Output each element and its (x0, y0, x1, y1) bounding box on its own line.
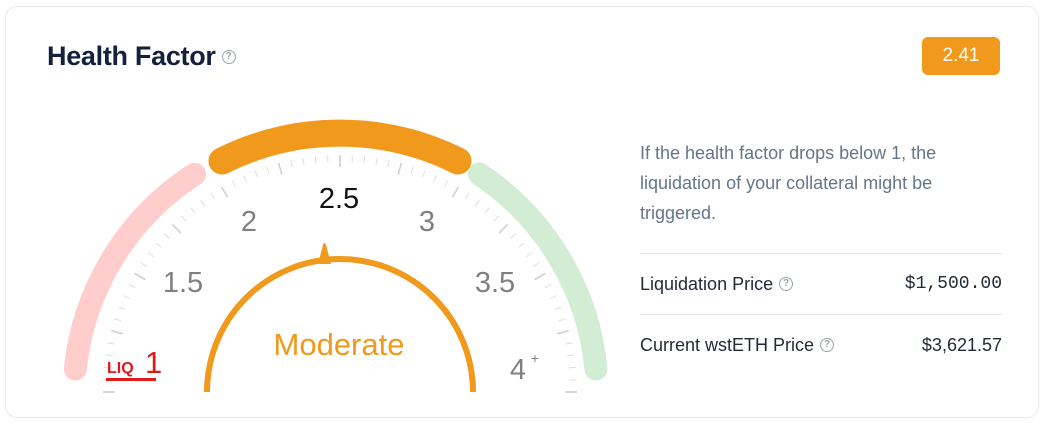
tick-label-3: 3 (419, 206, 435, 238)
gauge-tick (493, 215, 499, 222)
gauge-tick (557, 329, 570, 335)
gauge-tick (510, 233, 517, 239)
question-circle-icon[interactable]: ? (820, 338, 835, 352)
question-circle-icon[interactable]: ? (221, 49, 236, 64)
gauge-tick (549, 295, 557, 299)
gauge-tick (147, 252, 155, 258)
gauge-status-label: Moderate (274, 327, 405, 362)
liq-label: LIQ (107, 360, 134, 377)
tick-label-2: 2 (241, 206, 257, 238)
health-factor-info: If the health factor drops below 1, the … (640, 138, 1002, 375)
gauge-tick (181, 215, 187, 222)
gauge-tick (433, 175, 437, 183)
gauge-tick (110, 329, 123, 335)
gauge-tick (290, 160, 293, 168)
gauge-tick (200, 199, 206, 207)
tick-label-1-5: 1.5 (163, 267, 203, 299)
current-price-row: Current wstETH Price ? $3,621.57 (640, 314, 1002, 375)
gauge-tick (387, 160, 390, 168)
gauge-tick (474, 199, 480, 207)
gauge-tick (421, 170, 426, 178)
tick-label-3-5: 3.5 (475, 267, 515, 299)
gauge-tick (397, 162, 403, 175)
liquidation-price-value: $1,500.00 (904, 274, 1002, 294)
gauge-tick (443, 180, 449, 188)
health-factor-card: Health Factor ? 2.41 1.5 2 2.5 3 3.5 4 +… (5, 6, 1039, 418)
gauge-pointer (318, 243, 331, 264)
gauge-tick (140, 262, 148, 268)
gauge-tick (277, 162, 283, 175)
gauge-tick (498, 223, 509, 234)
gauge-tick (554, 306, 562, 311)
gauge-tick (243, 175, 247, 183)
gauge-tick (518, 242, 525, 248)
liquidation-price-row: Liquidation Price ? $1,500.00 (640, 253, 1002, 314)
liquidation-price-label: Liquidation Price (640, 273, 774, 294)
gauge-tick (105, 354, 113, 357)
gauge-tick (484, 207, 490, 214)
gauge-tick (532, 262, 540, 268)
gauge-tick (567, 354, 575, 357)
gauge-tick (564, 342, 572, 345)
gauge-tick (451, 186, 460, 198)
gauge-tick (231, 180, 237, 188)
tick-label-4: 4 (510, 354, 526, 386)
gauge-tick (163, 233, 170, 239)
card-header: Health Factor ? (47, 41, 236, 72)
gauge-tick (410, 166, 414, 174)
gauge-tick (108, 342, 116, 345)
gauge-tick (155, 242, 162, 248)
gauge-tick (134, 272, 146, 281)
health-factor-gauge: 1.5 2 2.5 3 3.5 4 + LIQ 1 Moderate (63, 119, 608, 393)
gauge-tick (558, 318, 566, 322)
gauge-tick (118, 306, 126, 311)
health-factor-description: If the health factor drops below 1, the … (640, 143, 937, 223)
liq-underline (106, 378, 156, 381)
gauge-tick (128, 283, 136, 289)
current-price-value: $3,621.57 (921, 334, 1002, 355)
gauge-tick (254, 170, 259, 178)
question-circle-icon[interactable]: ? (779, 277, 794, 291)
gauge-tick (266, 166, 270, 174)
gauge-tick (220, 186, 229, 198)
gauge-inner-arc (204, 256, 476, 393)
gauge-tick (190, 207, 196, 214)
gauge-tick (544, 283, 552, 289)
tick-label-2-5: 2.5 (319, 183, 359, 215)
gauge-tick (210, 192, 216, 200)
current-price-label: Current wstETH Price (640, 334, 815, 355)
gauge-tick (375, 157, 378, 165)
gauge-tick (302, 157, 305, 165)
gauge-tick (314, 156, 317, 164)
card-title: Health Factor (47, 41, 216, 71)
liq-value: 1 (145, 345, 162, 380)
health-factor-badge: 2.41 (922, 37, 1000, 75)
tick-label-4-plus: + (531, 350, 539, 366)
gauge-tick (171, 223, 182, 234)
gauge-tick (464, 192, 470, 200)
gauge-tick (534, 272, 546, 281)
gauge-tick (568, 366, 576, 369)
gauge-tick (363, 156, 366, 164)
gauge-tick (114, 318, 122, 322)
gauge-tick (525, 252, 533, 258)
gauge-tick (123, 295, 131, 299)
